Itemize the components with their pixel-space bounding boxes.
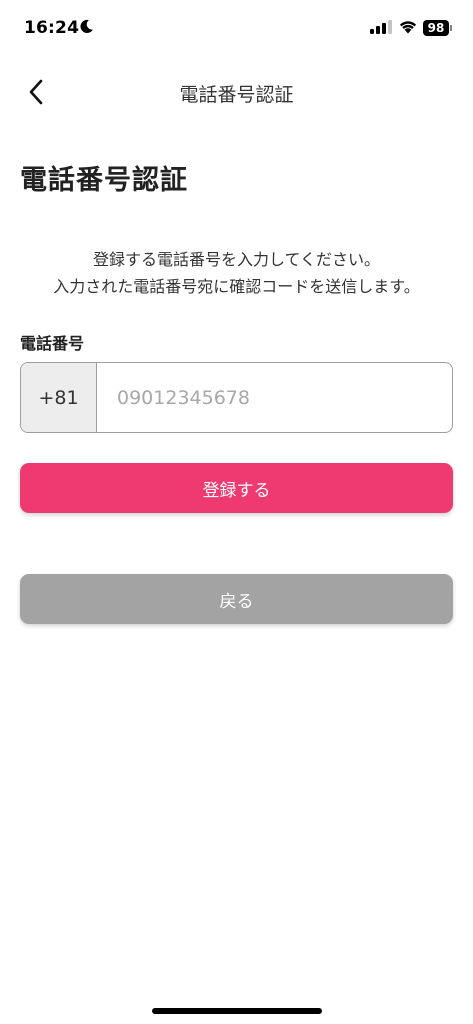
phone-number-input[interactable] bbox=[97, 363, 452, 432]
status-bar: 16:24 98 bbox=[0, 0, 473, 56]
battery-level: 98 bbox=[423, 19, 449, 36]
wifi-icon bbox=[399, 21, 417, 34]
back-bottom-button[interactable]: 戻る bbox=[20, 574, 453, 624]
country-code: +81 bbox=[21, 363, 97, 432]
nav-bar: 電話番号認証 bbox=[0, 68, 473, 116]
description: 登録する電話番号を入力してください。 入力された電話番号宛に確認コードを送信しま… bbox=[0, 246, 473, 300]
register-button[interactable]: 登録する bbox=[20, 463, 453, 513]
description-line-1: 登録する電話番号を入力してください。 bbox=[92, 250, 381, 269]
nav-title: 電話番号認証 bbox=[179, 84, 294, 106]
page-title: 電話番号認証 bbox=[20, 165, 188, 196]
status-time: 16:24 bbox=[24, 18, 80, 38]
moon-icon bbox=[80, 19, 93, 34]
phone-field-label: 電話番号 bbox=[20, 334, 85, 353]
home-indicator bbox=[152, 1008, 322, 1014]
battery-icon: 98 bbox=[423, 19, 452, 36]
description-line-2: 入力された電話番号宛に確認コードを送信します。 bbox=[53, 277, 420, 296]
signal-icon bbox=[370, 20, 392, 34]
phone-input-group: +81 bbox=[20, 362, 453, 433]
battery-cap bbox=[450, 24, 452, 31]
